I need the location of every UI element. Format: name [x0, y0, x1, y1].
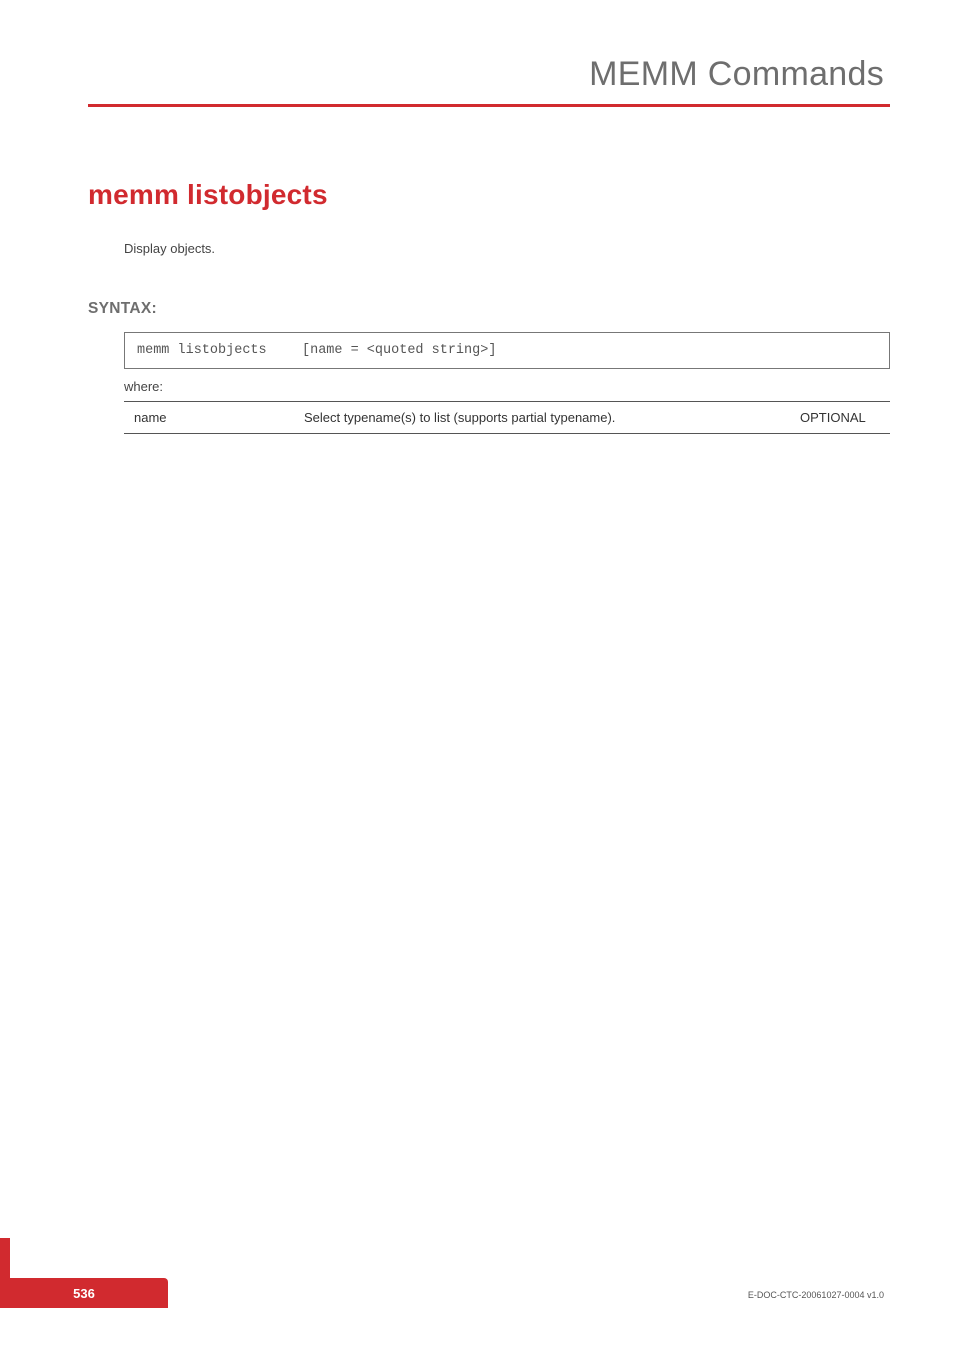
syntax-box: memm listobjects [name = <quoted string>…: [124, 332, 890, 369]
page-number-tab: 536: [0, 1278, 168, 1308]
where-label: where:: [124, 379, 890, 394]
page-number: 536: [73, 1286, 95, 1301]
page-footer: 536 E-DOC-CTC-20061027-0004 v1.0: [0, 1278, 954, 1308]
command-title: memm listobjects: [88, 179, 890, 211]
syntax-label: SYNTAX:: [88, 300, 890, 318]
table-row: name Select typename(s) to list (support…: [124, 402, 890, 434]
chapter-title: MEMM Commands: [88, 55, 890, 94]
param-desc: Select typename(s) to list (supports par…: [294, 402, 790, 434]
param-name: name: [124, 402, 294, 434]
syntax-command: memm listobjects: [137, 343, 302, 358]
parameter-table: name Select typename(s) to list (support…: [124, 401, 890, 434]
doc-reference: E-DOC-CTC-20061027-0004 v1.0: [748, 1290, 884, 1300]
command-description: Display objects.: [124, 241, 890, 256]
param-optional: OPTIONAL: [790, 402, 890, 434]
header-divider: [88, 104, 890, 107]
syntax-args: [name = <quoted string>]: [302, 343, 496, 358]
